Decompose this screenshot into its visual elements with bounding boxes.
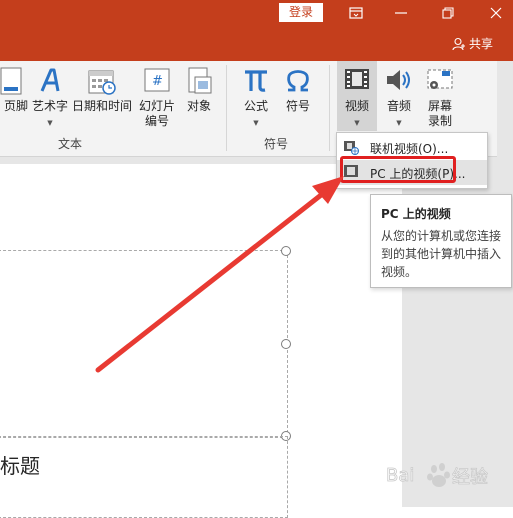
watermark: Bai 经验 xyxy=(386,453,506,497)
watermark-text: 经验 xyxy=(452,467,488,488)
annotation-arrow xyxy=(95,176,344,373)
watermark-brand: Bai xyxy=(386,465,414,486)
baidu-paw-icon: Bai 经验 xyxy=(386,463,488,488)
